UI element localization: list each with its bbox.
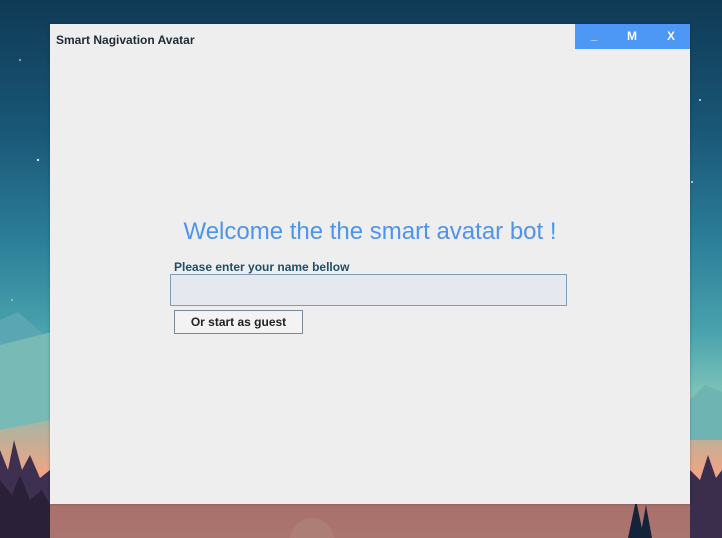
close-button[interactable]: X — [652, 24, 690, 49]
title-bar[interactable]: Smart Nagivation Avatar _ M X — [50, 24, 690, 54]
name-input[interactable] — [170, 274, 567, 306]
window-title: Smart Nagivation Avatar — [56, 33, 195, 47]
welcome-heading: Welcome the the smart avatar bot ! — [183, 218, 557, 245]
desktop: Smart Nagivation Avatar _ M X Welcome th… — [0, 0, 722, 538]
start-as-guest-button[interactable]: Or start as guest — [174, 310, 303, 334]
name-label: Please enter your name bellow — [174, 260, 350, 274]
minimize-button[interactable]: _ — [575, 24, 613, 49]
app-window: Smart Nagivation Avatar _ M X Welcome th… — [50, 24, 690, 504]
window-controls: _ M X — [575, 24, 690, 49]
maximize-button[interactable]: M — [613, 24, 651, 49]
